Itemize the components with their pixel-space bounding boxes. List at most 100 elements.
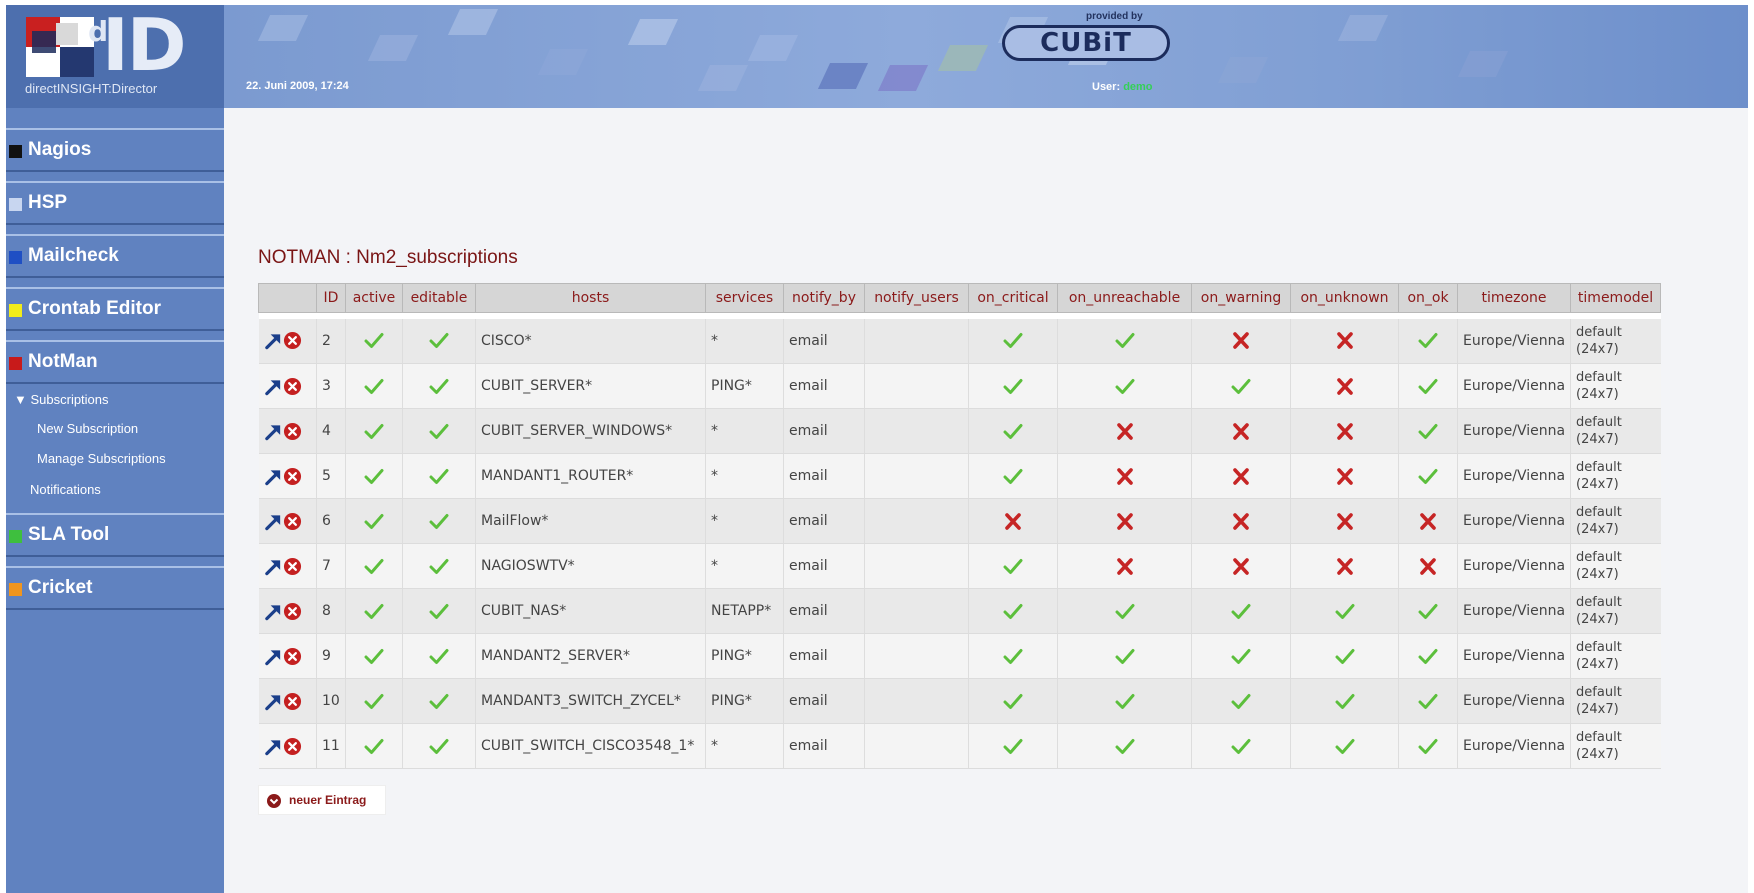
column-header-timezone[interactable]: timezone xyxy=(1456,283,1572,313)
row-timemodel-range: (24x7) xyxy=(1576,387,1619,402)
column-header-active[interactable]: active xyxy=(345,283,403,313)
row-notify-users xyxy=(864,723,969,769)
column-header-on-unreachable[interactable]: on_unreachable xyxy=(1057,283,1192,313)
row-on-unknown xyxy=(1290,363,1399,409)
sidebar-sub-notifications[interactable]: Notifications xyxy=(30,482,101,497)
circle-x-icon[interactable] xyxy=(283,377,302,396)
row-id: 8 xyxy=(316,588,346,634)
row-services: * xyxy=(705,453,784,499)
row-notify-by-value: email xyxy=(789,332,828,349)
circle-x-icon[interactable] xyxy=(283,331,302,350)
row-id-value: 9 xyxy=(322,648,331,664)
check-icon xyxy=(1418,738,1438,754)
row-services-value: PING* xyxy=(711,693,752,709)
user-info: User: demo xyxy=(1092,81,1153,93)
row-editable xyxy=(402,318,476,364)
column-header-on-ok[interactable]: on_ok xyxy=(1398,283,1458,313)
cross-icon xyxy=(1116,467,1133,485)
table-row: 9 MANDANT2_SERVER* PING* email Europe/Vienna… xyxy=(258,633,1661,679)
check-icon xyxy=(1418,378,1438,394)
column-header-notify-by[interactable]: notify_by xyxy=(783,283,865,313)
header: d ID directINSIGHT:Director 22. Juni 200… xyxy=(6,5,1748,108)
column-header-hosts[interactable]: hosts xyxy=(475,283,706,313)
arrow-up-right-icon[interactable] xyxy=(264,512,283,531)
row-notify-by-value: email xyxy=(789,423,828,439)
row-notify-by: email xyxy=(783,408,865,454)
column-header-editable[interactable]: editable xyxy=(402,283,476,313)
circle-x-icon[interactable] xyxy=(283,557,302,576)
row-services: * xyxy=(705,543,784,589)
arrow-up-right-icon[interactable] xyxy=(264,737,283,756)
circle-x-icon[interactable] xyxy=(283,602,302,621)
row-actions xyxy=(258,633,317,679)
row-services: PING* xyxy=(705,678,784,724)
check-icon xyxy=(364,513,384,529)
row-on-warning xyxy=(1191,408,1291,454)
arrow-up-right-icon[interactable] xyxy=(264,602,283,621)
row-timemodel-range: (24x7) xyxy=(1576,477,1619,492)
sidebar-item-notman[interactable]: NotMan xyxy=(6,340,224,384)
column-header-on-unknown[interactable]: on_unknown xyxy=(1290,283,1399,313)
check-icon xyxy=(1115,738,1134,754)
column-header-timemodel[interactable]: timemodel xyxy=(1570,283,1662,313)
row-services-value: * xyxy=(711,513,718,529)
circle-x-icon[interactable] xyxy=(283,467,302,486)
check-icon xyxy=(429,468,449,484)
row-active xyxy=(345,723,403,769)
arrow-up-right-icon[interactable] xyxy=(264,557,283,576)
sidebar-item-hsp[interactable]: HSP xyxy=(6,181,224,225)
row-timezone-value: Europe/Vienna xyxy=(1463,693,1566,709)
row-notify-users xyxy=(864,678,969,724)
arrow-up-right-icon[interactable] xyxy=(264,647,283,666)
check-icon xyxy=(1115,333,1134,349)
arrow-up-right-icon[interactable] xyxy=(264,331,283,350)
row-on-critical xyxy=(968,453,1058,499)
column-header-on-critical[interactable]: on_critical xyxy=(968,283,1058,313)
column-header-on-warning[interactable]: on_warning xyxy=(1191,283,1291,313)
sidebar-item-mailcheck[interactable]: Mailcheck xyxy=(6,234,224,278)
circle-x-icon[interactable] xyxy=(283,512,302,531)
arrow-up-right-icon[interactable] xyxy=(264,467,283,486)
check-icon xyxy=(1003,333,1023,349)
circle-x-icon[interactable] xyxy=(283,692,302,711)
column-header-id[interactable]: ID xyxy=(316,283,346,313)
row-id-value: 2 xyxy=(322,332,331,349)
sidebar-sub-new-subscription[interactable]: New Subscription xyxy=(37,421,138,436)
cricket-square-icon xyxy=(9,583,22,596)
arrow-up-right-icon[interactable] xyxy=(264,692,283,711)
circle-x-icon[interactable] xyxy=(283,422,302,441)
sidebar-sub-manage-subscriptions[interactable]: Manage Subscriptions xyxy=(37,451,166,466)
row-on-ok xyxy=(1398,408,1458,454)
row-on-warning xyxy=(1191,723,1291,769)
row-timezone: Europe/Vienna xyxy=(1456,723,1571,769)
sidebar-item-sla-tool[interactable]: SLA Tool xyxy=(6,513,224,557)
arrow-up-right-icon[interactable] xyxy=(264,422,283,441)
row-host: CUBIT_SWITCH_CISCO3548_1* xyxy=(475,723,706,769)
row-on-unknown xyxy=(1290,723,1399,769)
new-entry-button[interactable]: neuer Eintrag xyxy=(258,785,386,815)
row-services-value: NETAPP* xyxy=(711,603,772,619)
row-timezone: Europe/Vienna xyxy=(1456,498,1571,544)
column-header-notify-users[interactable]: notify_users xyxy=(864,283,969,313)
row-notify-by: email xyxy=(783,453,865,499)
circle-x-icon[interactable] xyxy=(283,647,302,666)
sidebar-sub-subscriptions[interactable]: ▼ Subscriptions xyxy=(14,392,109,407)
row-notify-by-value: email xyxy=(789,378,828,394)
row-timezone: Europe/Vienna xyxy=(1456,408,1571,454)
sidebar-item-label: Nagios xyxy=(28,139,92,160)
arrow-up-right-icon[interactable] xyxy=(264,377,283,396)
row-id-value: 7 xyxy=(322,558,331,574)
sidebar-item-crontab-editor[interactable]: Crontab Editor xyxy=(6,287,224,331)
sidebar-item-nagios[interactable]: Nagios xyxy=(6,128,224,172)
circle-x-icon[interactable] xyxy=(283,737,302,756)
logo[interactable]: d ID directINSIGHT:Director xyxy=(6,5,224,108)
row-active xyxy=(345,453,403,499)
row-on-ok xyxy=(1398,678,1458,724)
row-timemodel: default (24x7) xyxy=(1570,543,1661,589)
row-timezone-value: Europe/Vienna xyxy=(1463,332,1566,349)
row-timemodel-range: (24x7) xyxy=(1576,567,1619,582)
user-name[interactable]: demo xyxy=(1123,81,1152,93)
mailcheck-square-icon xyxy=(9,251,22,264)
sidebar-item-cricket[interactable]: Cricket xyxy=(6,566,224,610)
column-header-services[interactable]: services xyxy=(705,283,784,313)
